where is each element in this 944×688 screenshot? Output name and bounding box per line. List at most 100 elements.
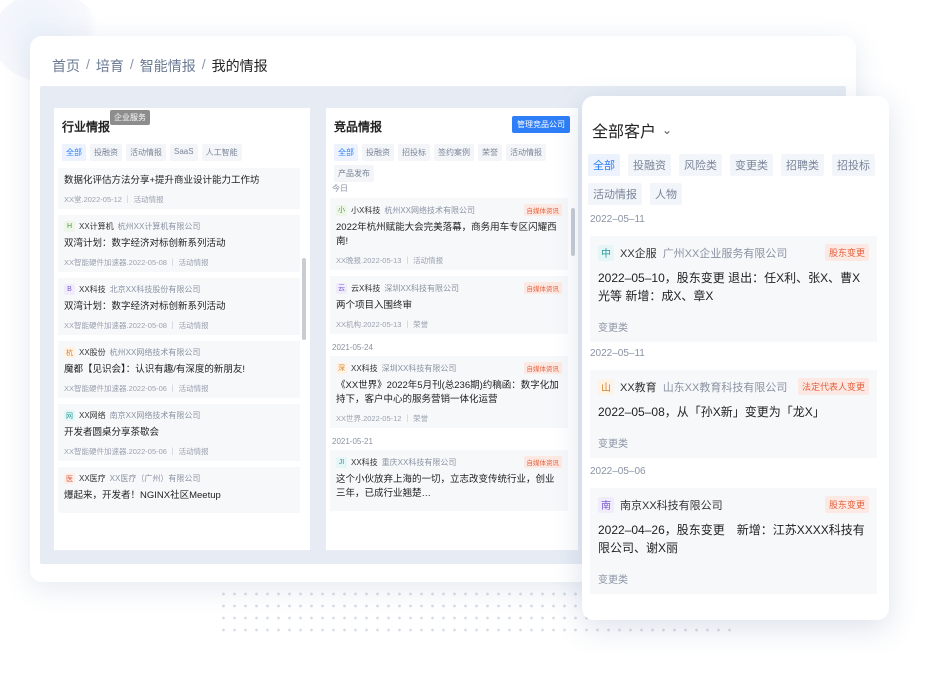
date-separator: 2022–05–11 — [590, 214, 645, 225]
list-item[interactable]: 网 XX网络 南京XX网络技术有限公司 开发者圆桌分享茶歇会 XX智能硬件加速器.202… — [58, 404, 300, 461]
company-name[interactable]: 小X科技 — [351, 205, 380, 216]
customer-event-card[interactable]: 中 XX企服 广州XX企业服务有限公司 股东变更 2022–05–10，股东变更 退出：… — [590, 236, 877, 342]
chevron-down-icon: ⌄ — [662, 123, 673, 137]
company-name[interactable]: XX企服 — [620, 245, 657, 261]
list-item[interactable]: 医 XX医疗 XX医疗（广州）有限公司爆起来，开发者！NGINX社区Meetup — [58, 467, 300, 513]
item-header: JI XX科技 重庆XX科技有限公司 自媒体资讯 — [336, 456, 562, 468]
event-category: 变更类 — [598, 575, 628, 586]
tab-4[interactable]: 人工智能 — [201, 144, 242, 161]
tab-3[interactable]: SaaS — [170, 144, 198, 161]
panel-title: 竞品情报 — [334, 120, 383, 134]
tab-0[interactable]: 全部 — [334, 144, 358, 161]
industry-intel-panel: 行业情报 企业服务 全部 投融资 活动情报 SaaS 人工智能 数据化评估方法分享+提升… — [54, 108, 310, 550]
tab-1[interactable]: 投融资 — [90, 144, 122, 161]
company-name[interactable]: XX医疗 — [79, 473, 106, 484]
list-item[interactable]: B XX科技 北京XX科技股份有限公司双湾计划：数字经济对标创新系列活动 XX智能硬件… — [58, 278, 300, 335]
source-badge: 自媒体资讯 — [523, 282, 562, 294]
item-header: 杭 XX股份 杭州XX网络技术有限公司 — [64, 347, 294, 358]
company-fullname: 杭州XX网络技术有限公司 — [384, 205, 476, 215]
breadcrumb-current: 我的情报 — [211, 58, 268, 74]
list-item[interactable]: 深 XX科技 深圳XX科技有限公司 自媒体资讯《XX世界》2022年5月刊(总236期… — [330, 356, 568, 428]
company-avatar: 医 — [64, 473, 75, 484]
company-name[interactable]: XX科技 — [79, 284, 106, 295]
item-meta: XX堂.2022-05-12 ｜ 活动情报 — [64, 195, 164, 204]
company-name[interactable]: XX网络 — [79, 410, 106, 421]
breadcrumb-home[interactable]: 首页 — [52, 56, 80, 76]
company-avatar: 云 — [336, 282, 347, 294]
item-title[interactable]: 两个项目入围终审 — [336, 299, 562, 313]
industry-tag[interactable]: 企业服务 — [110, 110, 150, 125]
tab-2[interactable]: 活动情报 — [126, 144, 166, 161]
company-name[interactable]: XX科技 — [351, 363, 378, 374]
tab-4[interactable]: 招聘类 — [781, 154, 824, 176]
list-item[interactable]: 杭 XX股份 杭州XX网络技术有限公司 魔都【见识会】：认识有趣/有深度的新朋友! XX… — [58, 341, 300, 398]
item-title[interactable]: 爆起来，开发者！NGINX社区Meetup — [64, 489, 294, 503]
company-name[interactable]: XX教育 — [620, 379, 657, 395]
list-item[interactable]: JI XX科技 重庆XX科技有限公司 自媒体资讯 这个小伙放弃上海的一切，立志改变传统行… — [330, 450, 568, 511]
customer-event-card[interactable]: 山 XX教育 山东XX教育科技有限公司 法定代表人变更 2022–05–08，从「孙X新… — [590, 370, 877, 458]
tab-3[interactable]: 变更类 — [730, 154, 773, 176]
item-title[interactable]: 数据化评估方法分享+提升商业设计能力工作坊 — [64, 174, 294, 188]
company-fullname: 深圳XX科技有限公司 — [381, 363, 457, 373]
item-meta: XX智能硬件加速器.2022-05-08 ｜ 活动情报 — [64, 321, 209, 330]
tab-5[interactable]: 活动情报 — [506, 144, 546, 161]
breadcrumb-separator: / — [86, 56, 90, 72]
tab-5[interactable]: 招投标 — [832, 154, 875, 176]
breadcrumb-cultivate[interactable]: 培育 — [96, 56, 124, 76]
tab-3[interactable]: 签约案例 — [434, 144, 474, 161]
list-item[interactable]: H XX计算机 杭州XX计算机有限公司 双湾计划：数字经济对标创新系列活动 XX智能硬件… — [58, 215, 300, 272]
item-title[interactable]: 2022年杭州赋能大会完美落幕，商务用车专区闪耀西南! — [336, 221, 562, 249]
list-item[interactable]: 云云X科技 深圳XX科技有限公司 自媒体资讯 两个项目入围终审 XX机构.2022-05… — [330, 276, 568, 334]
item-title[interactable]: 《XX世界》2022年5月刊(总236期)约稿函：数字化加持下，客户中心的服务营… — [336, 379, 562, 407]
industry-feed: 数据化评估方法分享+提升商业设计能力工作坊 XX堂.2022-05-12 ｜ 活动… — [58, 168, 300, 519]
company-name[interactable]: XX股份 — [79, 347, 106, 358]
tab-2[interactable]: 招投标 — [398, 144, 430, 161]
item-title[interactable]: 开发者圆桌分享茶歇会 — [64, 426, 294, 440]
company-name[interactable]: XX计算机 — [79, 221, 114, 232]
company-name[interactable]: XX科技 — [351, 457, 378, 468]
event-category: 变更类 — [598, 439, 628, 450]
company-fullname: 南京XX网络技术有限公司 — [109, 411, 201, 420]
tab-1[interactable]: 投融资 — [628, 154, 671, 176]
tab-1[interactable]: 投融资 — [362, 144, 394, 161]
date-separator: 2021-05-24 — [332, 343, 373, 352]
company-name[interactable]: 南京XX科技有限公司 — [620, 497, 723, 513]
competitor-intel-panel: 竞品情报 管理竞品公司 全部 投融资 招投标 签约案例 荣誉 活动情报 产品发布 今日小小X… — [326, 108, 578, 550]
item-title[interactable]: 双湾计划：数字经济对标创新系列活动 — [64, 237, 294, 251]
company-avatar: B — [64, 284, 75, 295]
event-type-badge: 股东变更 — [824, 496, 869, 513]
panel-title: 行业情报 — [62, 120, 111, 134]
item-title[interactable]: 双湾计划：数字经济对标创新系列活动 — [64, 300, 294, 314]
tab-6[interactable]: 活动情报 — [588, 183, 642, 205]
event-type-badge: 法定代表人变更 — [797, 378, 869, 395]
company-avatar: 中 — [598, 244, 614, 261]
company-fullname: 北京XX科技股份有限公司 — [109, 285, 201, 294]
tab-0[interactable]: 全部 — [588, 154, 620, 176]
breadcrumb-intelligence[interactable]: 智能情报 — [140, 56, 196, 76]
scrollbar[interactable] — [302, 258, 306, 340]
tab-4[interactable]: 荣誉 — [478, 144, 502, 161]
customer-filter-dropdown[interactable]: 全部客户 ⌄ — [592, 118, 672, 142]
customer-event-card[interactable]: 南南京XX科技有限公司 股东变更 2022–04–26，股东变更 新增：江苏XXXX… — [590, 488, 877, 594]
item-title[interactable]: 魔都【见识会】：认识有趣/有深度的新朋友! — [64, 363, 294, 377]
tab-7[interactable]: 人物 — [650, 183, 682, 205]
company-name[interactable]: 云X科技 — [351, 283, 380, 294]
item-header: 小小X科技 杭州XX网络技术有限公司 自媒体资讯 — [336, 204, 562, 216]
company-fullname: 深圳XX科技有限公司 — [384, 283, 460, 293]
event-header: 南南京XX科技有限公司 股东变更 — [598, 496, 869, 513]
manage-competitors-button[interactable]: 管理竞品公司 — [512, 116, 570, 133]
tab-0[interactable]: 全部 — [62, 144, 86, 161]
industry-tabs: 全部 投融资 活动情报 SaaS 人工智能 — [62, 144, 242, 161]
company-avatar: 杭 — [64, 347, 75, 358]
item-title[interactable]: 这个小伙放弃上海的一切，立志改变传统行业，创业三年，已成行业翘楚… — [336, 473, 562, 501]
breadcrumb-separator: / — [129, 56, 134, 72]
list-item[interactable]: 小小X科技 杭州XX网络技术有限公司 自媒体资讯 2022年杭州赋能大会完美落幕，商务… — [330, 198, 568, 270]
tab-2[interactable]: 风险类 — [679, 154, 722, 176]
company-fullname: XX医疗（广州）有限公司 — [109, 474, 201, 483]
item-header: H XX计算机 杭州XX计算机有限公司 — [64, 221, 294, 232]
scrollbar[interactable] — [571, 208, 575, 256]
item-header: 深 XX科技 深圳XX科技有限公司 自媒体资讯 — [336, 362, 562, 374]
list-item[interactable]: 数据化评估方法分享+提升商业设计能力工作坊 XX堂.2022-05-12 ｜ 活动… — [58, 168, 300, 209]
company-avatar: JI — [336, 456, 347, 468]
event-header: 中 XX企服 广州XX企业服务有限公司 股东变更 — [598, 244, 869, 261]
